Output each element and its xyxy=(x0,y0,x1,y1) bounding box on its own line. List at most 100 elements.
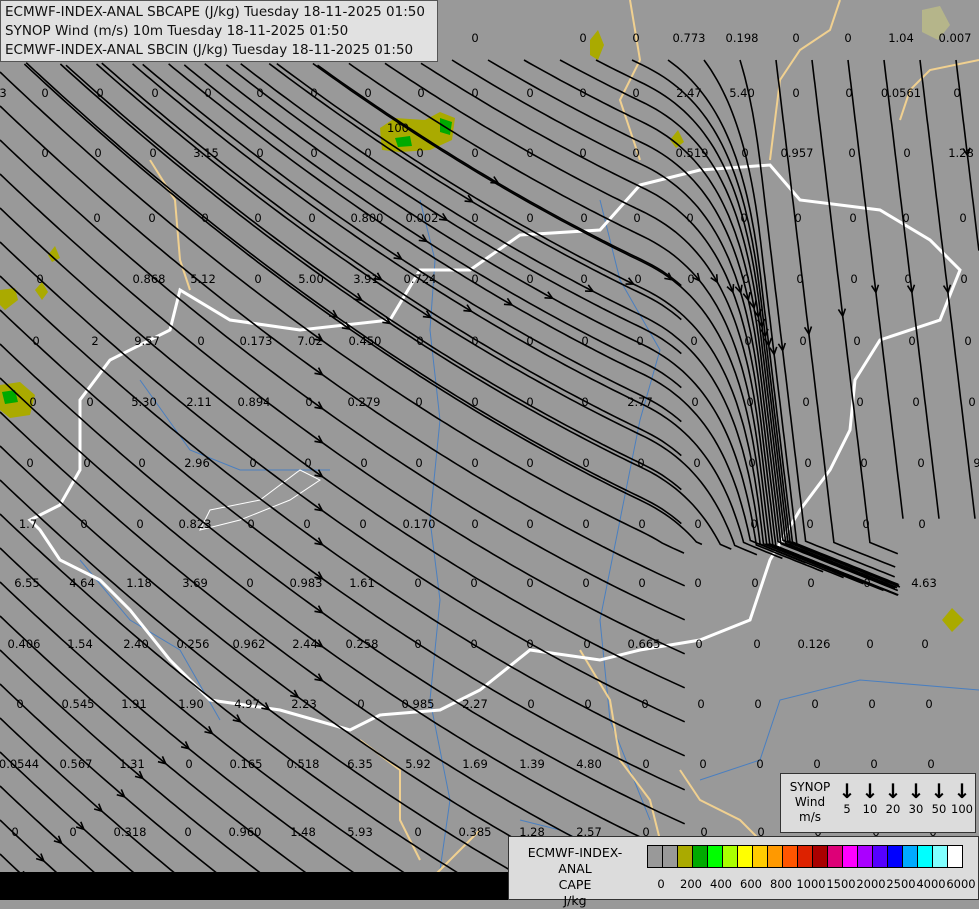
cape-value-label: 0 xyxy=(96,86,103,100)
cape-value-label: 0 xyxy=(471,86,478,100)
cape-value-label: 3.69 xyxy=(182,576,208,590)
cape-value-label: 0 xyxy=(853,334,860,348)
cape-value-label: 0 xyxy=(856,395,863,409)
map-edge-strip xyxy=(0,872,508,900)
cape-value-label: 0 xyxy=(845,86,852,100)
cape-legend: ECMWF-INDEX-ANAL CAPE J/kg 0 200 400 600 800… xyxy=(508,836,979,908)
cape-value-label: 0 xyxy=(470,637,477,651)
down-arrow-icon: ↓ xyxy=(861,779,879,803)
cape-value-label: 0.0544 xyxy=(0,757,39,771)
cape-value-label: 0.173 xyxy=(240,334,273,348)
cape-value-label: 0 xyxy=(844,31,851,45)
cape-value-label: 4.80 xyxy=(576,757,602,771)
cape-color-swatch xyxy=(678,846,693,867)
cape-value-label: 0 xyxy=(860,456,867,470)
cape-value-label: 0 xyxy=(753,637,760,651)
cape-value-label: 0 xyxy=(185,757,192,771)
synop-speed-item: ↓ 20 xyxy=(881,780,905,816)
cape-value-label: 0 xyxy=(582,576,589,590)
cape-value-label: 0 xyxy=(870,757,877,771)
streamline xyxy=(919,59,976,519)
cape-value-label: 0 xyxy=(694,517,701,531)
cape-value-label: 0 xyxy=(904,272,911,286)
cape-value-label: 0 xyxy=(303,517,310,531)
cape-tick-label: 4000 xyxy=(916,877,946,891)
cape-value-label: 0.567 xyxy=(60,757,93,771)
cape-value-label: 3.91 xyxy=(353,272,379,286)
cape-value-label: 0 xyxy=(254,272,261,286)
synop-legend-title: SYNOP Wind m/s xyxy=(785,780,835,825)
cape-value-label: 1.54 xyxy=(67,637,93,651)
cape-value-label: 0 xyxy=(634,272,641,286)
value-labels: 0 0 0 0.773 0.198 0 0 1.04 0.0073 0 0 0 0 0 0 0 0 0 0 0 0 2.4… xyxy=(0,31,979,839)
cape-tick-label: 800 xyxy=(770,877,792,891)
cape-value-label: 0.957 xyxy=(781,146,814,160)
cape-value-label: 0 xyxy=(86,395,93,409)
cape-value-label: 0 xyxy=(29,395,36,409)
cape-value-label: 1.28 xyxy=(948,146,974,160)
cape-value-label: 0 xyxy=(305,395,312,409)
title-box: ECMWF-INDEX-ANAL SBCAPE (J/kg) Tuesday 1… xyxy=(0,0,438,62)
cape-value-label: 0.007 xyxy=(939,31,972,45)
cape-value-label: 0.170 xyxy=(403,517,436,531)
cape-value-label: 1.91 xyxy=(121,697,147,711)
cape-value-label: 0.518 xyxy=(287,757,320,771)
cape-value-label: 0 xyxy=(246,576,253,590)
cape-value-label: 0.983 xyxy=(290,576,323,590)
cape-value-label: 0 xyxy=(579,31,586,45)
cape-value-label: 0.256 xyxy=(177,637,210,651)
cape-value-label: 5.93 xyxy=(347,825,373,839)
cape-value-label: 0 xyxy=(748,456,755,470)
cape-value-label: 0.773 xyxy=(673,31,706,45)
cape-color-swatch xyxy=(753,846,768,867)
weather-map[interactable]: 0 0 0 0.773 0.198 0 0 1.04 0.0073 0 0 0 0 0 0 0 0 0 0 0 0 2.4… xyxy=(0,0,979,900)
speed-label: 30 xyxy=(908,802,924,816)
cape-value-label: 9.57 xyxy=(134,334,160,348)
cape-value-label: 0 xyxy=(526,146,533,160)
cape-value-label: 0 xyxy=(693,456,700,470)
cape-color-swatch xyxy=(843,846,858,867)
cape-value-label: 4.97 xyxy=(234,697,260,711)
cape-value-label: 0 xyxy=(471,31,478,45)
cape-value-label: 3 xyxy=(0,86,7,100)
cape-value-label: 0 xyxy=(308,211,315,225)
cape-color-swatch xyxy=(903,846,918,867)
cape-value-label: 0 xyxy=(642,757,649,771)
cape-value-label: 0 xyxy=(953,86,960,100)
cape-value-label: 0 xyxy=(925,697,932,711)
cape-value-label: 0 xyxy=(638,517,645,531)
cape-value-label: 0 xyxy=(256,146,263,160)
cape-value-label: 0 xyxy=(41,86,48,100)
cape-value-label: 0 xyxy=(638,576,645,590)
cape-value-label: 100 xyxy=(387,121,409,135)
streamline xyxy=(0,377,686,859)
cape-value-label: 0 xyxy=(470,576,477,590)
cape-value-label: 0 xyxy=(807,576,814,590)
cape-color-swatch xyxy=(663,846,678,867)
cape-value-label: 0 xyxy=(792,86,799,100)
cape-color-swatch xyxy=(933,846,948,867)
cape-value-label: 0 xyxy=(746,395,753,409)
cape-area xyxy=(590,30,604,60)
cape-value-label: 2.27 xyxy=(462,697,488,711)
cape-legend-title: ECMWF-INDEX-ANAL CAPE J/kg xyxy=(513,845,637,909)
cape-value-label: 0 xyxy=(794,211,801,225)
cape-tick-label: 6000 xyxy=(946,877,976,891)
cape-value-label: 0 xyxy=(417,86,424,100)
cape-value-label: 0 xyxy=(918,517,925,531)
cape-value-label: 0 xyxy=(960,272,967,286)
cape-value-label: 0 xyxy=(415,456,422,470)
cape-value-label: 0 xyxy=(903,146,910,160)
cape-value-label: 0 xyxy=(637,456,644,470)
cape-value-label: 0.318 xyxy=(114,825,147,839)
speed-label: 10 xyxy=(862,802,878,816)
cape-value-label: 0 xyxy=(799,334,806,348)
cape-color-swatch xyxy=(918,846,933,867)
cape-value-label: 0 xyxy=(796,272,803,286)
cape-value-label: 0.126 xyxy=(798,637,831,651)
synop-speed-item: ↓ 50 xyxy=(927,780,951,816)
cape-value-label: 0 xyxy=(527,697,534,711)
cape-value-label: 7.02 xyxy=(297,334,323,348)
cape-value-label: 0.894 xyxy=(238,395,271,409)
cape-value-label: 0 xyxy=(866,637,873,651)
